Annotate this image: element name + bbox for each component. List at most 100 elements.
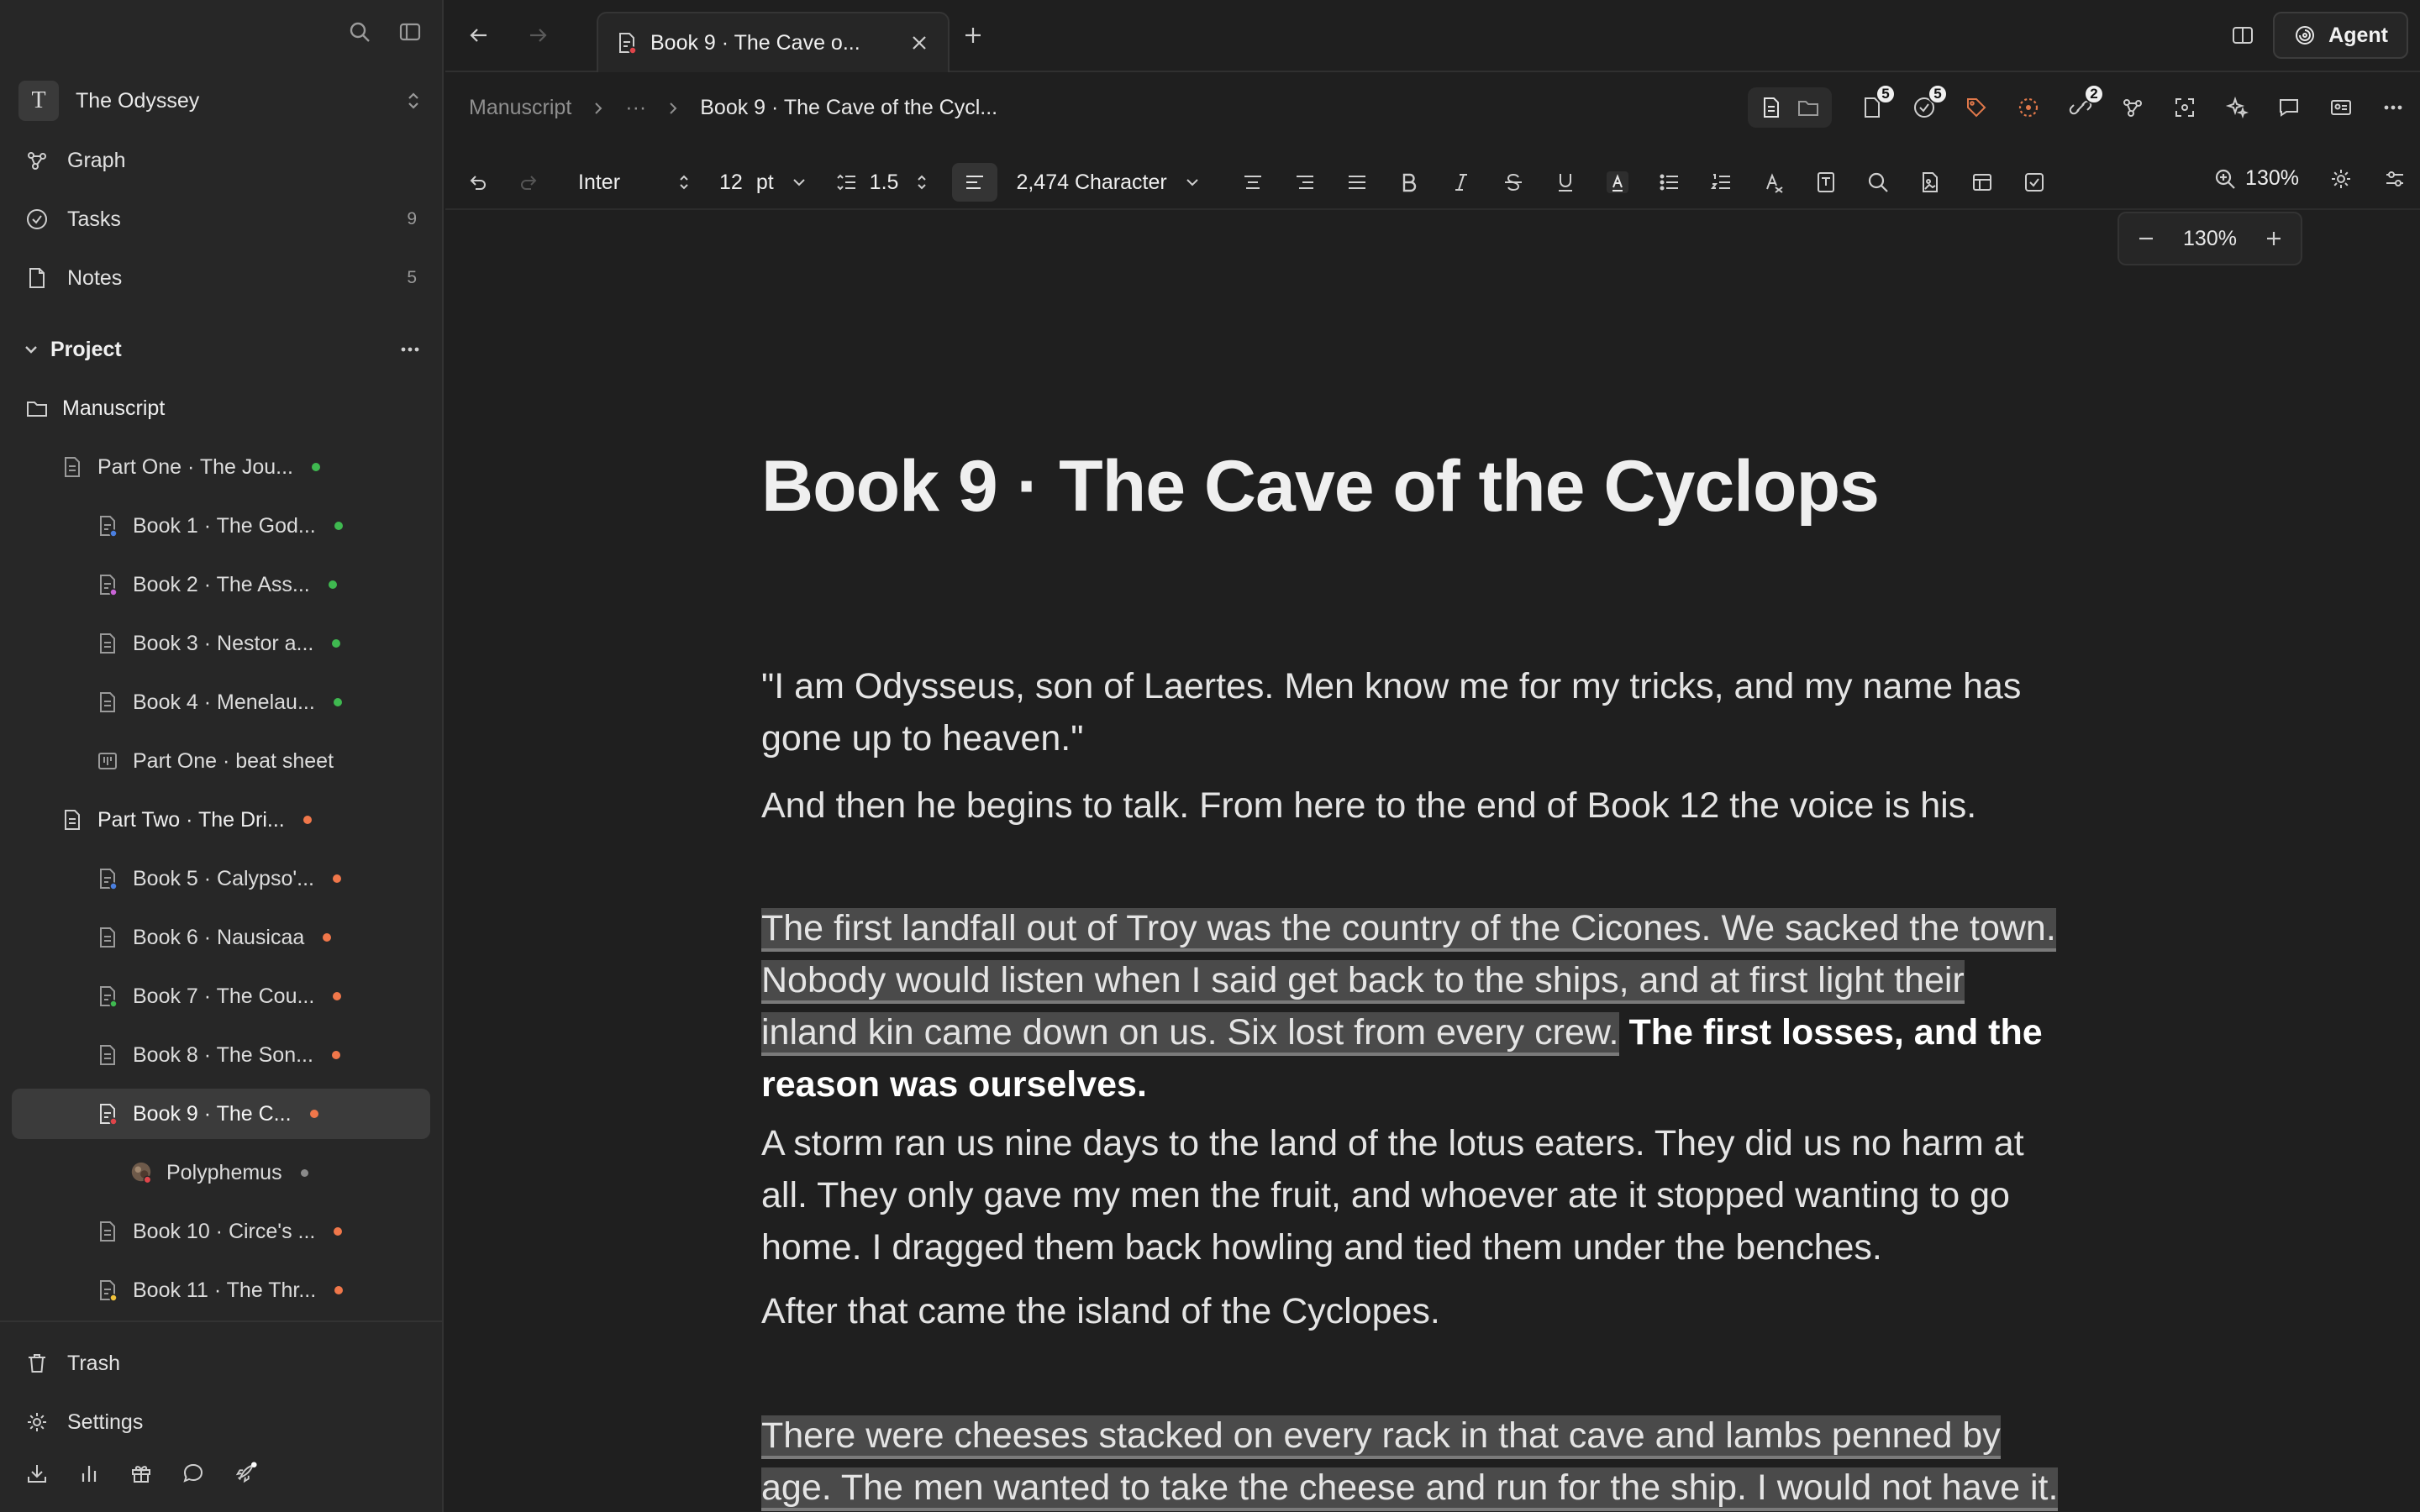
italic-icon[interactable] [1449,171,1473,194]
align-right-icon[interactable] [1293,171,1317,194]
breadcrumb: Manuscript ··· Book 9 · The Cave of the … [469,96,997,120]
align-center-icon[interactable] [1241,171,1265,194]
gift-icon[interactable] [129,1462,153,1485]
tab-book-9[interactable]: Book 9 · The Cave o... [597,12,950,72]
tree-item-polyphemus[interactable]: Polyphemus [129,1147,308,1198]
tree-item-book-3[interactable]: Book 3 · Nestor a... [96,618,341,669]
strikethrough-icon[interactable] [1502,171,1525,194]
nav-graph[interactable]: Graph [25,139,418,181]
more-horizontal-icon[interactable] [2381,96,2405,119]
sidebar-toggle-icon[interactable] [398,20,422,44]
tree-item-label: Book 8 · The Son... [133,1042,313,1067]
documents-icon[interactable]: 5 [1860,84,1896,119]
tree-item-book-8[interactable]: Book 8 · The Son... [96,1030,340,1080]
document-view-icon[interactable] [1760,96,1783,119]
close-icon[interactable] [908,31,931,55]
highlighted-text[interactable]: inland kin came down on us. Six lost fro… [761,1012,1619,1056]
rocket-icon[interactable] [234,1462,257,1485]
clear-format-icon[interactable] [1762,171,1786,194]
paragraph[interactable]: And then he begins to talk. From here to… [761,780,2106,832]
tag-icon[interactable] [1965,96,1988,119]
minus-icon[interactable] [2134,227,2158,250]
forward-arrow-icon[interactable] [526,24,550,47]
status-ring-icon[interactable] [2017,96,2040,119]
format-toolbar: Inter 12 pt 1.5 2,474 Character 130% [445,151,2420,210]
breadcrumb-current[interactable]: Book 9 · The Cave of the Cycl... [700,96,997,120]
underline-icon[interactable] [1554,171,1577,194]
text-box-icon[interactable] [1814,171,1838,194]
line-height-select[interactable]: 1.5 [834,171,934,195]
sparkle-icon[interactable] [2225,96,2249,119]
find-icon[interactable] [1866,171,1890,194]
tree-item-book-4[interactable]: Book 4 · Menelau... [96,677,342,727]
bullet-list-icon[interactable] [1658,171,1681,194]
new-tab-plus-icon[interactable] [961,24,985,47]
undo-icon[interactable] [466,171,489,194]
chat-bubble-icon[interactable] [182,1462,205,1485]
word-count-select[interactable]: 2,474 Character [1016,171,1203,195]
back-arrow-icon[interactable] [467,24,491,47]
paragraph-highlighted[interactable]: The first landfall out of Troy was the c… [761,902,2106,1110]
status-dot [311,463,320,471]
graph-icon[interactable] [2121,96,2144,119]
document-title[interactable]: Book 9 · The Cave of the Cyclops [761,445,1880,528]
tree-item-book-11[interactable]: Book 11 · The Thr... [96,1265,344,1315]
breadcrumb-root[interactable]: Manuscript [469,96,571,120]
search-icon[interactable] [348,20,371,44]
sliders-icon[interactable] [2383,167,2407,191]
highlighted-text[interactable]: Nobody would listen when I said get back… [761,960,1965,1004]
workspace-switcher[interactable]: T The Odyssey [18,81,425,121]
checkbox-icon[interactable] [2023,171,2046,194]
link-icon[interactable]: 2 [2069,84,2104,119]
tree-item-book-9-selected[interactable]: Book 9 · The C... [12,1089,430,1139]
highlighted-text[interactable]: There were cheeses stacked on every rack… [761,1415,2001,1459]
tree-item-part-one[interactable]: Part One · The Jou... [60,442,320,492]
agent-button[interactable]: Agent [2273,12,2408,59]
paragraph-highlighted[interactable]: There were cheeses stacked on every rack… [761,1410,2106,1512]
focus-icon[interactable] [2173,96,2196,119]
justify-icon[interactable] [1345,171,1369,194]
project-section-header[interactable]: Project [22,333,422,366]
tree-item-book-1[interactable]: Book 1 · The God... [96,501,343,551]
document-icon [96,867,119,890]
paragraph[interactable]: "I am Odysseus, son of Laertes. Men know… [761,660,2055,764]
numbered-list-icon[interactable] [1710,171,1733,194]
plus-icon[interactable] [2262,227,2286,250]
image-file-icon[interactable] [1918,171,1942,194]
nav-trash[interactable]: Trash [25,1342,120,1384]
more-horizontal-icon[interactable] [398,338,422,361]
comment-icon[interactable] [2277,96,2301,119]
bold-icon[interactable] [1397,171,1421,194]
gear-icon[interactable] [2329,167,2353,191]
redo-icon[interactable] [518,171,541,194]
tree-item-book-2[interactable]: Book 2 · The Ass... [96,559,337,610]
tree-item-book-5[interactable]: Book 5 · Calypso'... [96,853,341,904]
font-family-select[interactable]: Inter [578,171,696,195]
nav-settings[interactable]: Settings [25,1401,143,1443]
split-view-icon[interactable] [2231,24,2254,47]
tree-item-book-7[interactable]: Book 7 · The Cou... [96,971,342,1021]
align-left-button[interactable] [952,163,998,202]
breadcrumb-ellipsis[interactable]: ··· [625,96,646,120]
download-icon[interactable] [25,1462,49,1485]
highlighted-text[interactable]: The first landfall out of Troy was the c… [761,908,2056,952]
tree-item-beat-sheet[interactable]: Part One · beat sheet [96,736,334,786]
table-icon[interactable] [1970,171,1994,194]
paragraph[interactable]: A storm ran us nine days to the land of … [761,1117,2072,1273]
paragraph[interactable]: After that came the island of the Cyclop… [761,1285,2106,1337]
tree-item-part-two[interactable]: Part Two · The Dri... [60,795,312,845]
nav-tasks[interactable]: Tasks 9 [25,198,418,240]
tree-item-book-6[interactable]: Book 6 · Nausicaa [96,912,332,963]
zoom-indicator[interactable]: 130% [2213,166,2299,191]
nav-notes[interactable]: Notes 5 [25,257,418,299]
stats-icon[interactable] [77,1462,101,1485]
highlighted-text[interactable]: age. The men wanted to take the cheese a… [761,1467,2059,1511]
id-card-icon[interactable] [2329,96,2353,119]
folder-view-icon[interactable] [1797,96,1820,119]
text-color-icon[interactable] [1606,171,1629,194]
tree-item-label: Book 5 · Calypso'... [133,866,314,890]
font-size-select[interactable]: 12 pt [719,171,811,195]
tree-folder-manuscript[interactable]: Manuscript [25,383,165,433]
tree-item-book-10[interactable]: Book 10 · Circe's ... [96,1206,343,1257]
tasks-check-icon[interactable]: 5 [1912,84,1948,119]
